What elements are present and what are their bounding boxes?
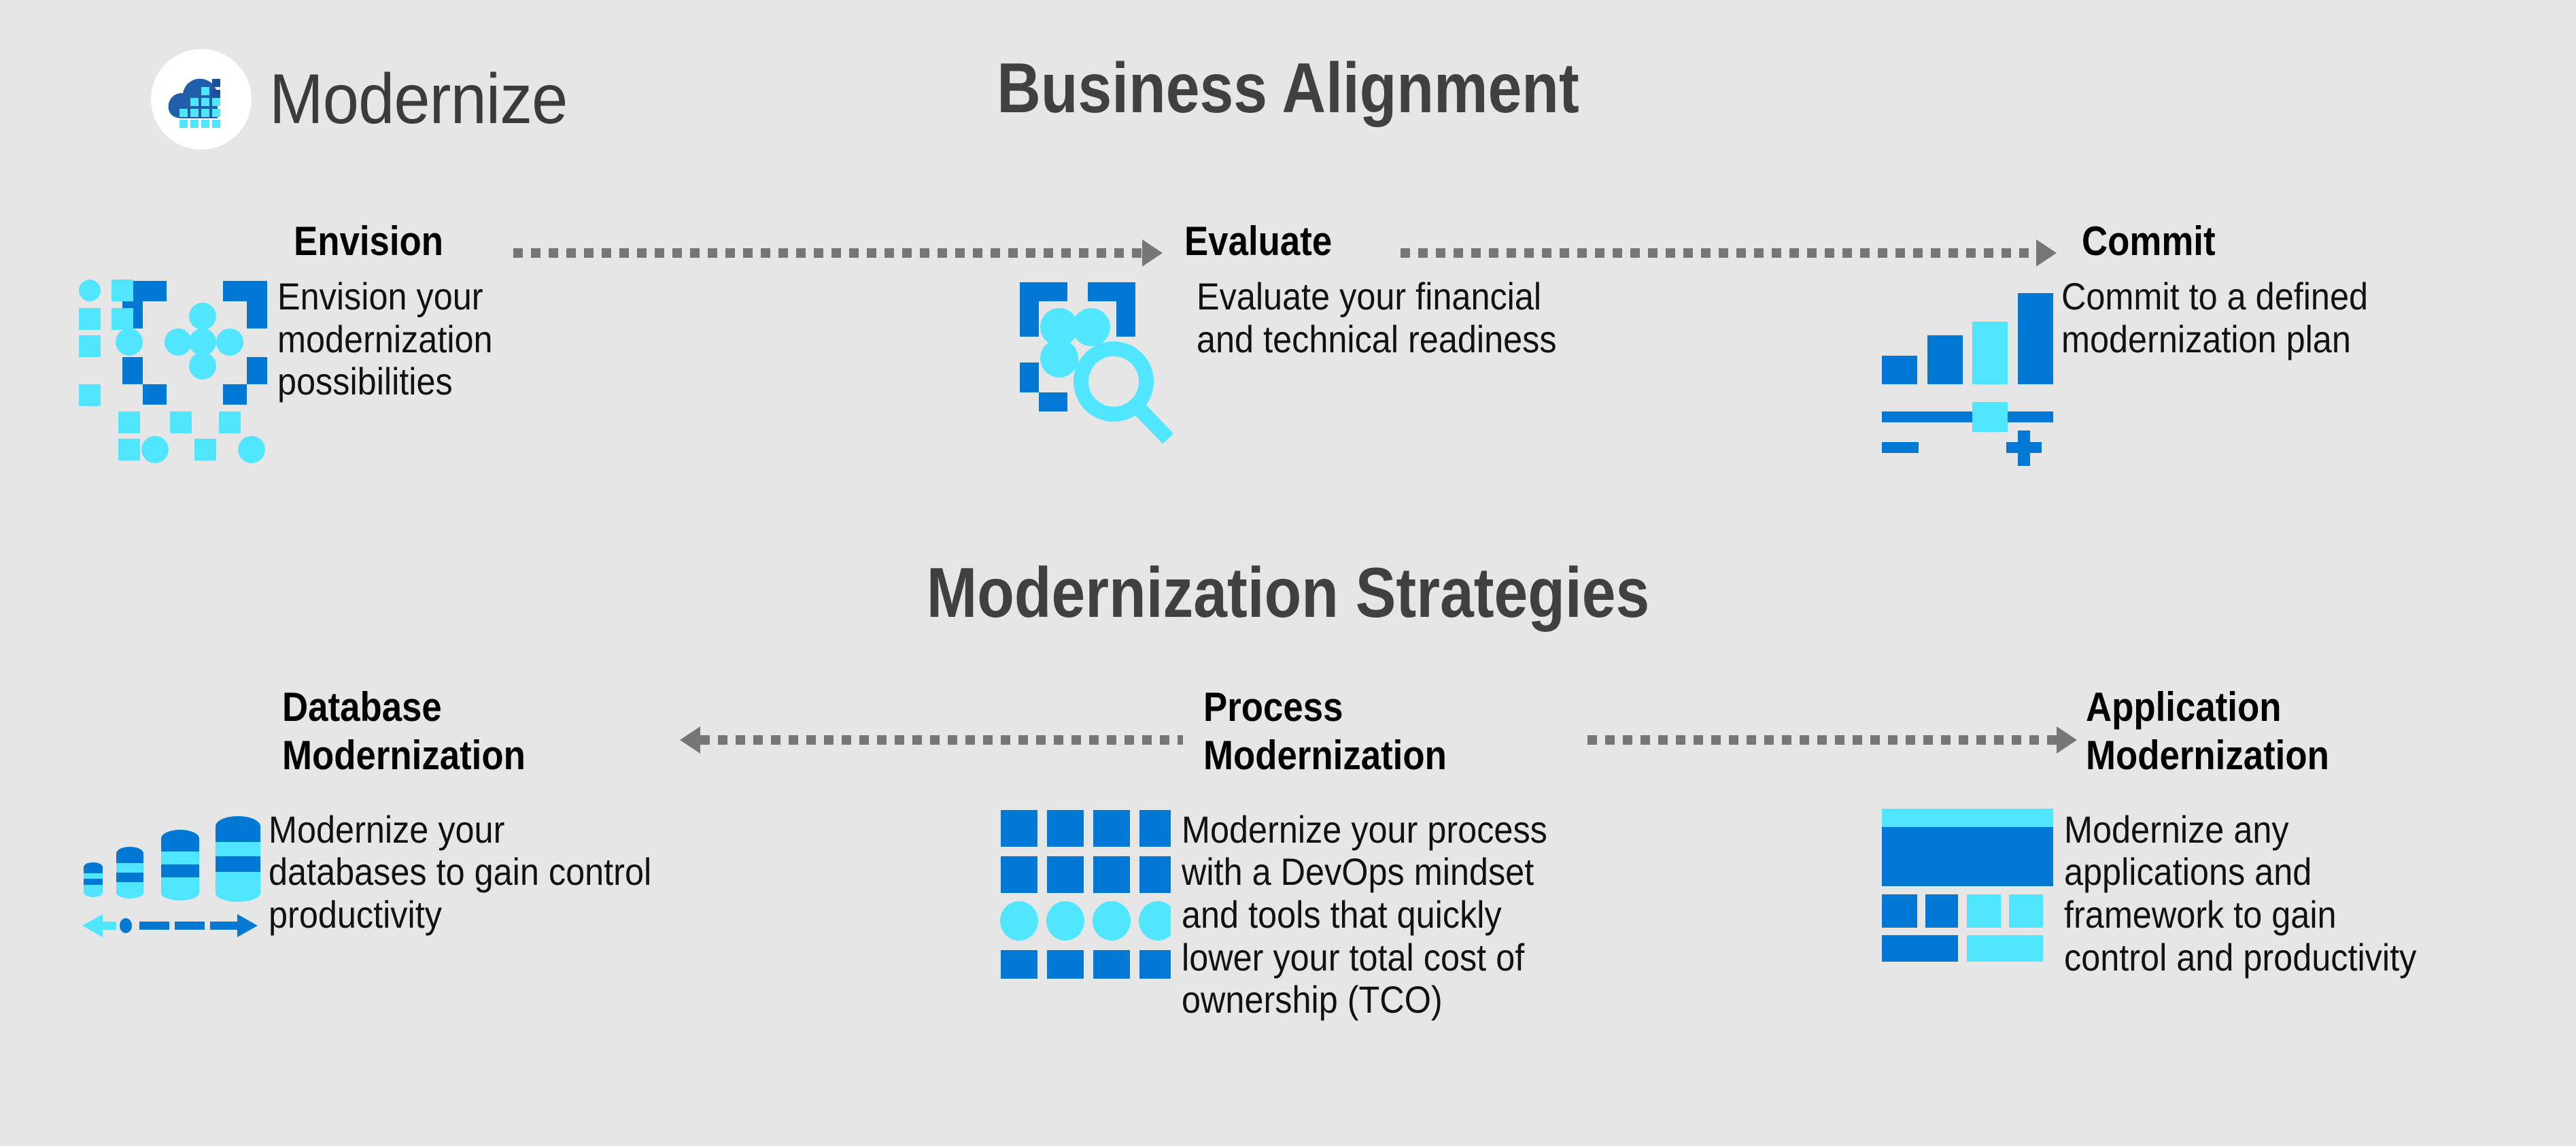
arrow-head-right-icon bbox=[2057, 726, 2077, 754]
step-heading-process-modernization: Process Modernization bbox=[1203, 684, 1447, 778]
database-stack-icon bbox=[65, 809, 269, 948]
step-card-commit[interactable]: Commit Commit to a defined modernization… bbox=[1882, 218, 2576, 476]
step-description-commit: Commit to a defined modernization plan bbox=[2061, 274, 2369, 360]
step-heading-commit: Commit bbox=[2082, 218, 2216, 264]
app-layout-blocks-icon bbox=[1882, 808, 2064, 968]
step-description-database-modernization: Modernize your databases to gain control… bbox=[269, 807, 652, 937]
step-heading-application-modernization: Application Modernization bbox=[2086, 684, 2329, 778]
step-card-database-modernization[interactable]: Database Modernization Modernize your da… bbox=[82, 684, 867, 948]
section-title-business-alignment: Business Alignment bbox=[997, 49, 1579, 128]
bar-chart-slider-icon bbox=[1878, 275, 2061, 476]
scan-magnifier-icon bbox=[1013, 275, 1197, 462]
step-card-application-modernization[interactable]: Application Modernization Modernize any … bbox=[1882, 684, 2576, 979]
dot-grid-scan-icon bbox=[75, 275, 277, 469]
step-card-evaluate[interactable]: Evaluate Evaluate your financial and tec… bbox=[1020, 218, 1864, 462]
step-description-application-modernization: Modernize any applications and framework… bbox=[2064, 807, 2417, 979]
step-heading-envision: Envision bbox=[294, 218, 444, 264]
step-description-evaluate: Evaluate your financial and technical re… bbox=[1197, 274, 1557, 360]
tile-grid-icon bbox=[999, 809, 1182, 987]
infographic-canvas: Modernize Business Alignment Envision En… bbox=[0, 0, 2576, 1146]
step-card-process-modernization[interactable]: Process Modernization Modernize your pro… bbox=[1000, 684, 1747, 1022]
section-title-modernization-strategies: Modernization Strategies bbox=[926, 554, 1650, 633]
arrow-head-right-icon bbox=[1142, 239, 1163, 267]
arrow-head-right-icon bbox=[2036, 239, 2057, 267]
step-description-envision: Envision your modernization possibilitie… bbox=[277, 274, 493, 403]
step-description-process-modernization: Modernize your process with a DevOps min… bbox=[1182, 807, 1547, 1022]
step-heading-evaluate: Evaluate bbox=[1184, 218, 1333, 264]
step-card-envision[interactable]: Envision Envision your modernization pos… bbox=[79, 218, 906, 469]
step-heading-database-modernization: Database Modernization bbox=[282, 684, 526, 778]
